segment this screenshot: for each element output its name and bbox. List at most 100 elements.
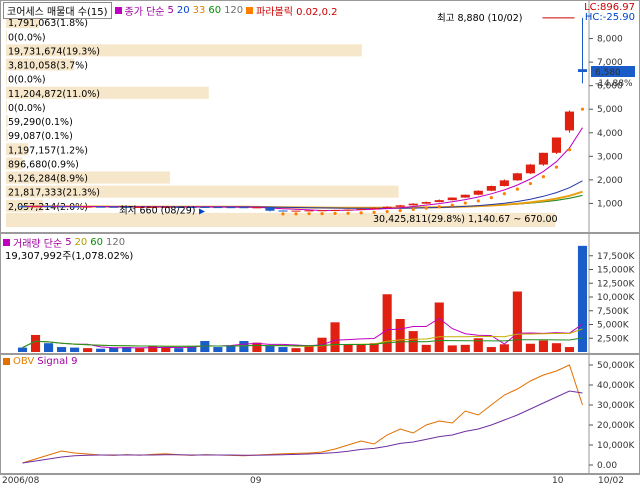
volume-bar[interactable] [265,345,275,352]
candle-body[interactable] [226,207,236,209]
volume-bar[interactable] [486,347,496,352]
volume-bar[interactable] [434,302,444,353]
obv-chart-pane[interactable]: 50,000K 40,000K 30,000K 20,000K 10,000K 0.00 … [0,354,640,475]
volume-bar[interactable] [460,344,470,352]
candle-body[interactable] [460,194,470,198]
volume-bar[interactable] [421,344,431,352]
candle-body[interactable] [564,111,575,131]
candle-body[interactable] [96,206,106,208]
candle-body[interactable] [265,207,275,211]
obv-signal-line [22,390,583,464]
volume-bar[interactable] [330,322,340,352]
candle-body[interactable] [369,207,379,209]
volume-bar[interactable] [291,348,301,352]
candle-body[interactable] [43,206,54,208]
ma5-label: 5 [167,5,174,16]
x-label-2006-08: 2006/08 [2,476,40,486]
obv-tick-label: 20,000K [597,421,635,431]
sar-dot [281,212,285,216]
volume-bar[interactable] [43,343,54,352]
volume-tick-label: 2,500K [597,334,630,344]
volume-ma5-line [22,317,583,349]
candle-body[interactable] [239,207,249,209]
volume-bar[interactable] [577,245,588,352]
volume-bar[interactable] [57,347,67,352]
price-chart-svg[interactable]: 2,057,214(2.0%)21,817,333(21.3%)9,126,28… [1,1,640,234]
candle-body[interactable] [317,210,327,212]
candle-body[interactable] [551,137,562,153]
candle-body[interactable] [447,197,457,201]
candle-body[interactable] [200,207,210,209]
sar-dot [307,212,311,216]
sar-dot [320,211,324,216]
volume-ma60-line [22,337,583,349]
candle-body[interactable] [213,207,223,209]
volume-profile-label: 896,680(0.9%) [8,159,79,170]
price-chart-pane[interactable]: 2,057,214(2.0%) 21,817,333(21.3%) 9,126,28… [0,0,640,234]
date-axis[interactable]: 2006/08 09 10 10/02 [0,474,640,489]
volume-profile-label: 0(0.0%) [8,103,46,114]
volume-bar[interactable] [70,347,80,352]
candle-body[interactable] [499,180,509,187]
candle-body[interactable] [486,186,496,191]
volume-bar[interactable] [525,343,535,352]
candle-body[interactable] [577,69,588,73]
candle-body[interactable] [395,205,405,207]
candle-body[interactable] [109,206,119,208]
candle-body[interactable] [57,206,67,208]
volume-bar[interactable] [551,343,562,352]
candle-body[interactable] [421,202,431,204]
candle-body[interactable] [408,203,418,206]
candle-body[interactable] [252,207,262,209]
volume-bar[interactable] [538,340,548,352]
sar-dot [411,207,415,212]
sar-dot [385,209,389,214]
current-change-label: -14.88% [595,79,633,89]
volume-bar[interactable] [30,334,41,352]
candle-body[interactable] [291,210,301,212]
volume-bar[interactable] [213,347,223,352]
volume-bar[interactable] [174,348,184,352]
volume-bar[interactable] [447,345,457,352]
volume-bar[interactable] [83,348,93,352]
volume-bar[interactable] [343,344,353,352]
candle-body[interactable] [304,210,314,212]
high-annotation: 최고 8,880 (10/02) [437,13,523,24]
candle-body[interactable] [512,173,522,181]
candle-body[interactable] [343,209,353,211]
volume-bar[interactable] [161,347,171,352]
volume-bar[interactable] [512,291,522,353]
obv-color-swatch [3,358,10,365]
volume-bar[interactable] [499,344,509,352]
volume-bar[interactable] [239,341,249,352]
volume-chart-pane[interactable]: 17,500K 15,000K 12,500K 10,000K 7,500K 5,000K… [0,233,640,355]
candle-body[interactable] [538,152,548,165]
candle-body[interactable] [278,210,288,212]
candle-body[interactable] [70,206,80,208]
candle-body[interactable] [473,190,483,195]
volume-bar[interactable] [17,347,28,352]
volume-bar[interactable] [356,344,366,352]
x-label-10: 10 [552,476,564,486]
stock-name-label[interactable]: 코어세스 매물대 수(15) [3,2,112,19]
candle-body[interactable] [30,206,41,208]
candle-body[interactable] [17,206,28,208]
volume-profile-label: 1,791,063(1.8%) [8,18,88,29]
low-annotation: 최저 660 (08/29) [119,205,195,216]
candle-body[interactable] [330,210,340,212]
volume-bar[interactable] [564,347,575,352]
candle-body[interactable] [356,208,366,210]
volume-bar[interactable] [96,348,106,352]
candle-body[interactable] [525,164,535,174]
volume-bar[interactable] [395,319,405,352]
volume-profile-label-bottom: 30,425,811(29.8%) 1,140.67 ~ 670.00 [373,214,558,225]
volume-bar[interactable] [278,347,288,352]
sar-dot [450,203,454,207]
candle-body[interactable] [83,206,93,208]
candle-body[interactable] [434,200,444,203]
obv-chart-svg[interactable]: 50,000K 40,000K 30,000K 20,000K 10,000K 0.00 [1,355,640,475]
volume-bar[interactable] [135,348,145,352]
sar-dot [398,208,402,213]
obv-tick-label: 10,000K [597,441,635,451]
candle-body[interactable] [382,206,392,208]
